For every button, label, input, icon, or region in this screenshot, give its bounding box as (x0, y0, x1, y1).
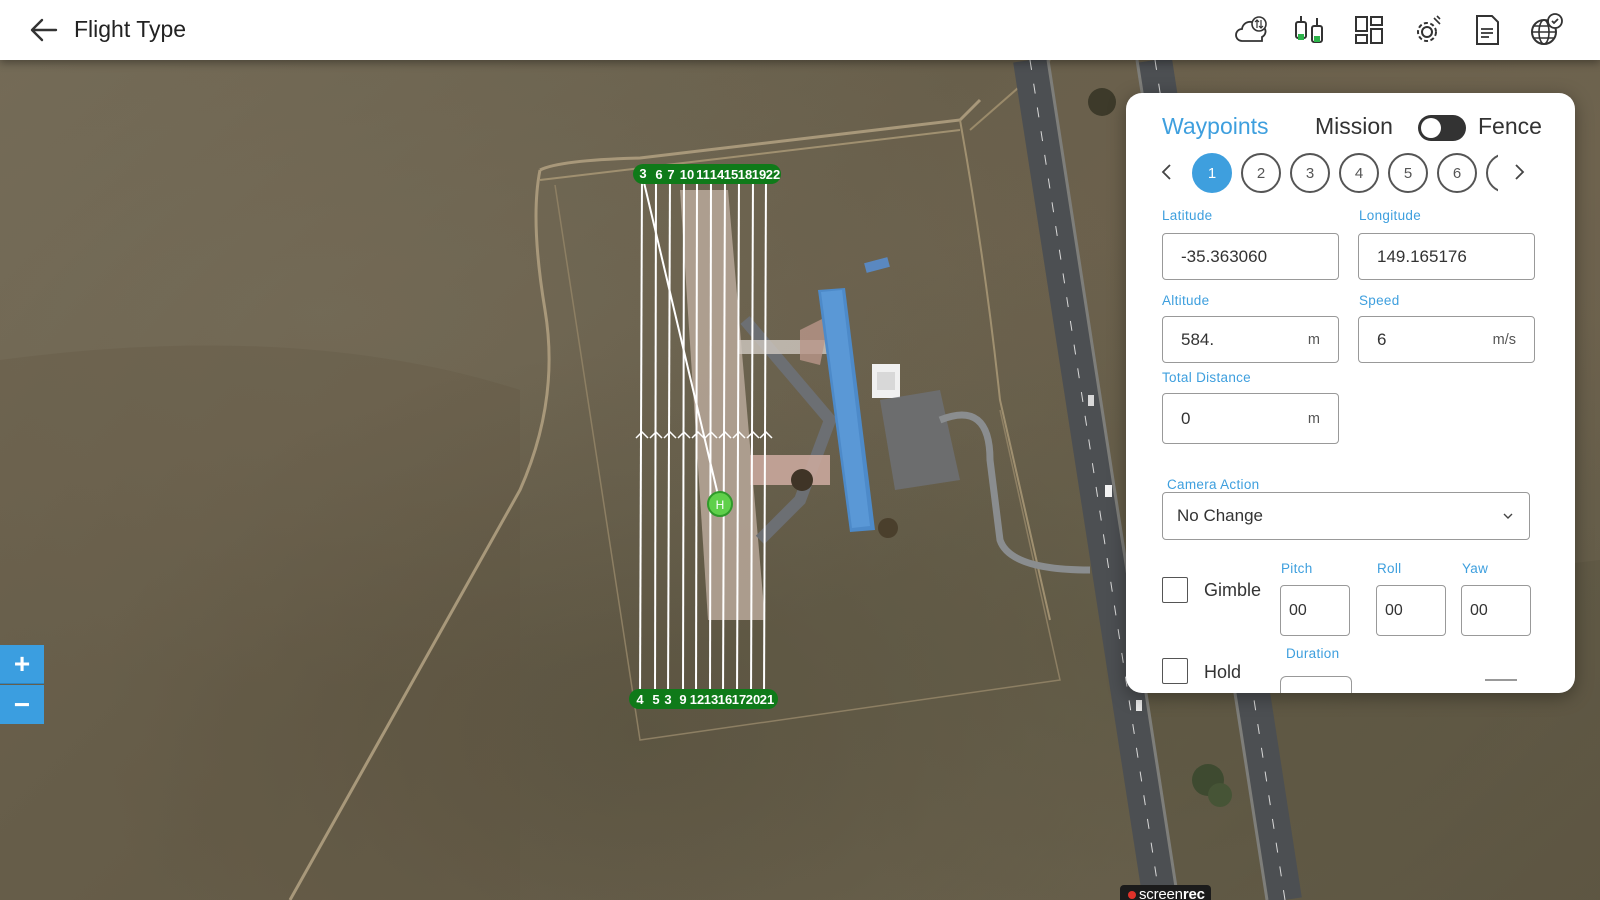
altitude-field[interactable]: 584. m (1162, 316, 1339, 363)
waypoint-selector: 1 2 3 4 5 6 7 (1156, 151, 1536, 195)
mission-fence-toggle[interactable] (1418, 115, 1466, 141)
camera-action-value: No Change (1177, 506, 1264, 525)
toggle-knob (1421, 118, 1441, 138)
document-icon[interactable] (1469, 12, 1505, 48)
waypoint-button-5[interactable]: 5 (1388, 153, 1428, 193)
screenrec-watermark: screenrec (1120, 885, 1211, 900)
waypoint-button-4[interactable]: 4 (1339, 153, 1379, 193)
hold-checkbox[interactable] (1162, 658, 1188, 684)
home-marker[interactable]: H (707, 491, 733, 517)
bottom-marker-group[interactable]: 4 5 3 9 12 13 16 17 20 21 (629, 689, 778, 709)
duration-field[interactable] (1280, 676, 1352, 693)
speed-unit: m/s (1492, 331, 1516, 348)
waypoint-marker: 21 (760, 692, 774, 707)
duration-label: Duration (1286, 646, 1340, 661)
waypoint-marker: 11 (696, 167, 710, 182)
chevron-right-icon[interactable] (1510, 159, 1530, 185)
tab-fence[interactable]: Fence (1478, 113, 1542, 140)
longitude-value: 149.165176 (1377, 246, 1467, 266)
globe-check-icon[interactable] (1528, 12, 1564, 48)
layout-icon[interactable] (1351, 12, 1387, 48)
speed-field[interactable]: 6 m/s (1358, 316, 1535, 363)
total-distance-field[interactable]: 0 m (1162, 393, 1339, 444)
waypoint-marker: 3 (664, 692, 671, 707)
watermark-left: screen (1139, 886, 1183, 900)
waypoint-marker: 6 (655, 167, 662, 182)
waypoint-button-6[interactable]: 6 (1437, 153, 1477, 193)
tab-waypoints[interactable]: Waypoints (1162, 113, 1269, 140)
latitude-field[interactable]: -35.363060 (1162, 233, 1339, 280)
home-label: H (716, 498, 725, 512)
speed-value: 6 (1377, 329, 1387, 349)
waypoint-marker: 4 (636, 692, 644, 707)
back-arrow-icon[interactable] (28, 16, 60, 44)
pitch-label: Pitch (1281, 561, 1313, 576)
waypoint-marker: 5 (652, 692, 659, 707)
camera-action-select[interactable]: No Change (1162, 492, 1530, 540)
cloud-sync-icon[interactable] (1233, 12, 1269, 48)
gimble-checkbox[interactable] (1162, 577, 1188, 603)
longitude-label: Longitude (1359, 208, 1422, 223)
app-header: Flight Type (0, 0, 1600, 60)
zoom-out-button[interactable]: − (0, 685, 44, 724)
waypoint-marker: 18 (738, 167, 752, 182)
chevron-down-icon (1503, 513, 1513, 519)
page-title: Flight Type (74, 16, 187, 42)
waypoint-button-2[interactable]: 2 (1241, 153, 1281, 193)
waypoint-marker: 22 (766, 167, 780, 182)
waypoint-marker: 12 (690, 692, 704, 707)
altitude-label: Altitude (1162, 293, 1210, 308)
longitude-field[interactable]: 149.165176 (1358, 233, 1535, 280)
yaw-label: Yaw (1462, 561, 1489, 576)
total-distance-unit: m (1307, 410, 1320, 427)
panel-tabs: Waypoints Mission Fence (1162, 113, 1562, 145)
waypoint-marker: 14 (710, 167, 725, 182)
partial-field-edge (1485, 679, 1517, 681)
controller-icon[interactable] (1292, 12, 1328, 48)
waypoint-marker: 20 (746, 692, 760, 707)
waypoint-number-strip: 1 2 3 4 5 6 7 (1192, 151, 1498, 195)
waypoint-marker: 10 (680, 167, 694, 182)
hold-label: Hold (1204, 662, 1242, 682)
waypoint-button-7[interactable]: 7 (1486, 153, 1498, 193)
chevron-left-icon[interactable] (1156, 159, 1176, 185)
waypoint-marker: 9 (679, 692, 686, 707)
zoom-controls: + − (0, 645, 44, 724)
camera-action-label: Camera Action (1167, 477, 1260, 492)
watermark-right: rec (1182, 886, 1205, 900)
total-distance-label: Total Distance (1162, 370, 1251, 385)
latitude-value: -35.363060 (1181, 246, 1268, 266)
settings-icon[interactable] (1410, 12, 1446, 48)
waypoint-marker: 19 (752, 167, 766, 182)
waypoint-panel: Waypoints Mission Fence 1 2 3 4 5 6 7 La… (1126, 93, 1575, 693)
tab-mission[interactable]: Mission (1315, 113, 1393, 140)
total-distance-value: 0 (1181, 408, 1191, 428)
latitude-label: Latitude (1162, 208, 1213, 223)
pitch-field[interactable]: 00 (1280, 585, 1350, 636)
waypoint-marker: 13 (704, 692, 718, 707)
gimble-label: Gimble (1204, 580, 1262, 600)
waypoint-marker: 15 (724, 167, 738, 182)
waypoint-marker: 17 (732, 692, 746, 707)
roll-label: Roll (1377, 561, 1402, 576)
toolbar (1233, 12, 1564, 48)
speed-label: Speed (1359, 293, 1400, 308)
record-dot-icon (1128, 891, 1136, 899)
waypoint-marker: 7 (667, 167, 674, 182)
waypoint-marker: 16 (718, 692, 732, 707)
waypoint-button-3[interactable]: 3 (1290, 153, 1330, 193)
zoom-in-button[interactable]: + (0, 645, 44, 684)
top-marker-group[interactable]: 3 6 7 10 11 14 15 18 19 22 (633, 164, 781, 184)
altitude-value: 584. (1181, 329, 1215, 349)
waypoint-marker: 3 (639, 166, 646, 181)
roll-field[interactable]: 00 (1376, 585, 1446, 636)
waypoint-button-1[interactable]: 1 (1192, 153, 1232, 193)
yaw-field[interactable]: 00 (1461, 585, 1531, 636)
altitude-unit: m (1307, 331, 1320, 348)
